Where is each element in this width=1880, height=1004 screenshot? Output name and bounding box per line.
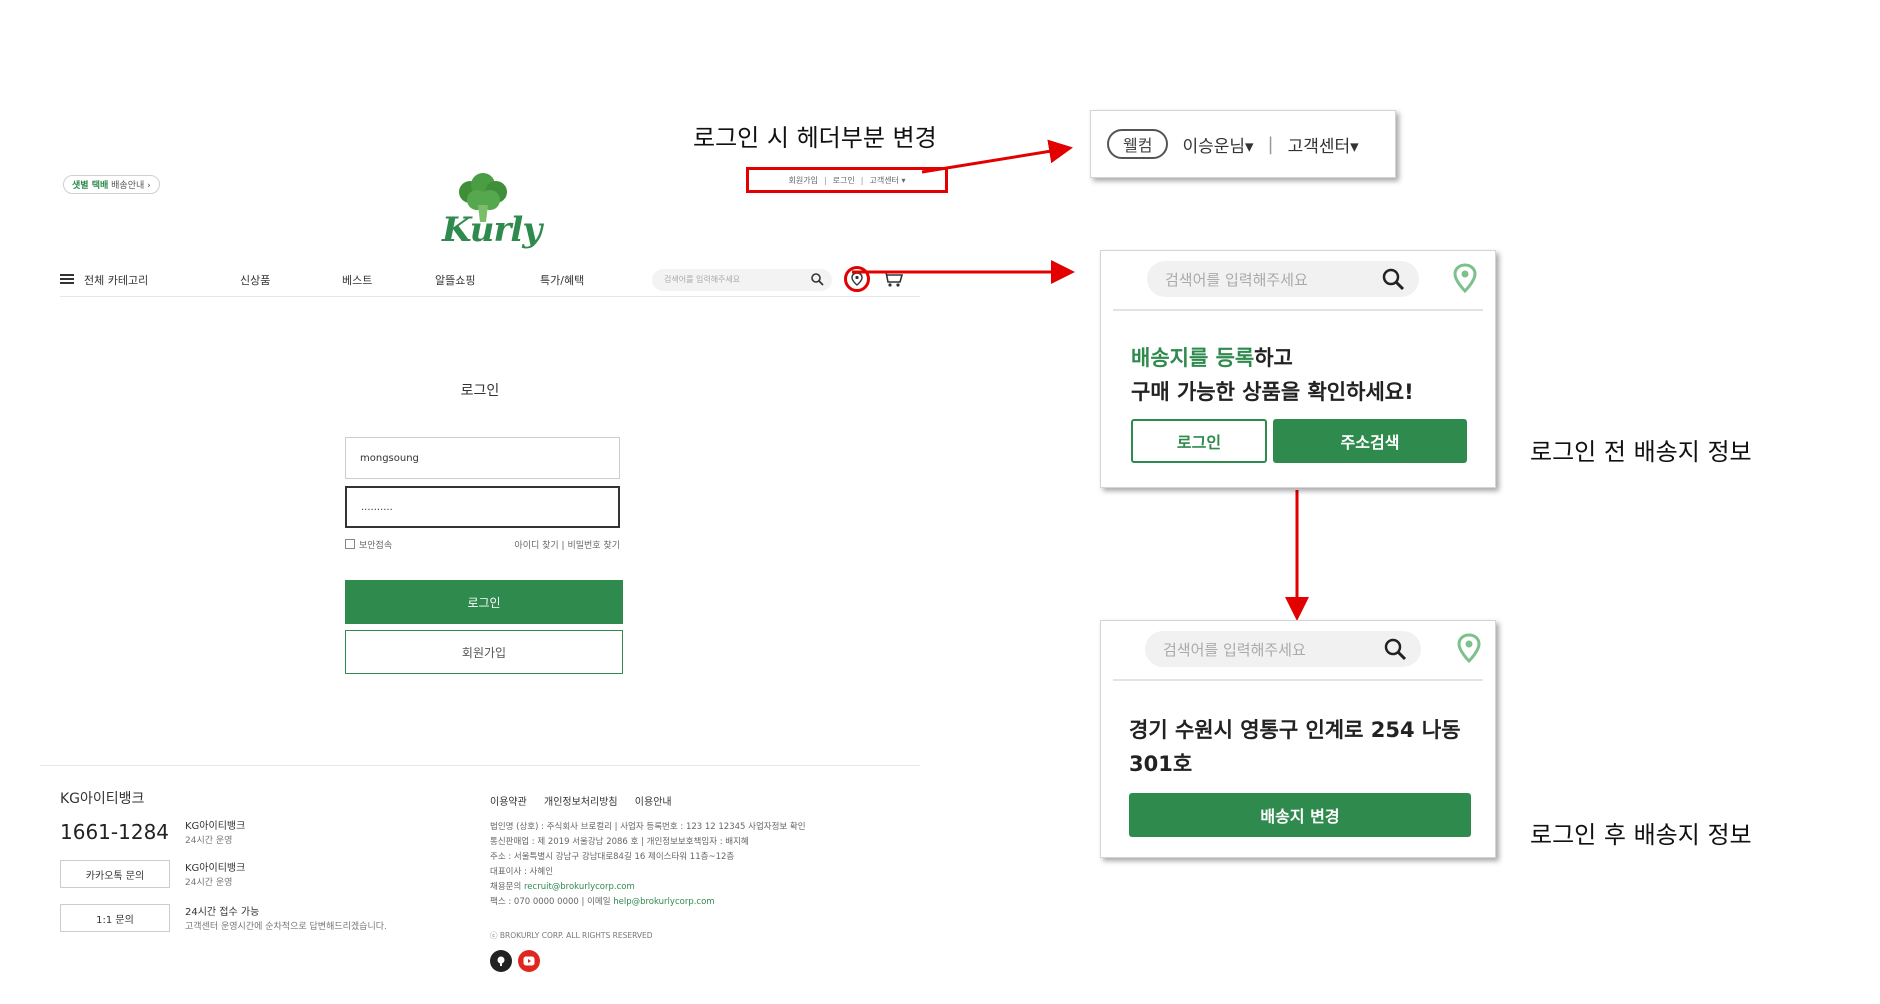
annotation-after-login: 로그인 후 배송지 정보 [1530, 821, 1752, 849]
change-address-button[interactable]: 배송지 변경 [1129, 793, 1471, 837]
user-menu[interactable]: 이승운님▾ [1182, 132, 1253, 157]
welcome-badge: 웰컴 [1107, 129, 1169, 159]
cs-menu[interactable]: 고객센터▾ [1288, 132, 1359, 157]
logged-in-header-popup: 웰컴 이승운님▾ | 고객센터▾ [1090, 110, 1396, 178]
annotation-header-change: 로그인 시 헤더부분 변경 [693, 124, 937, 152]
popup-search-input[interactable]: 검색어를 입력해주세요 [1147, 261, 1419, 297]
search-icon[interactable] [1381, 267, 1405, 291]
location-pin-icon[interactable] [1453, 263, 1477, 293]
popup-login-button[interactable]: 로그인 [1131, 419, 1267, 463]
after-login-delivery-popup: 검색어를 입력해주세요 경기 수원시 영통구 인계로 254 나동 301호 배… [1100, 620, 1496, 858]
annotation-before-login: 로그인 전 배송지 정보 [1530, 438, 1752, 466]
delivery-register-message: 배송지를 등록하고 구매 가능한 상품을 확인하세요! [1131, 346, 1414, 404]
before-login-delivery-popup: 검색어를 입력해주세요 배송지를 등록하고 구매 가능한 상품을 확인하세요! … [1100, 250, 1496, 488]
address-search-button[interactable]: 주소검색 [1273, 419, 1467, 463]
popup-search-input[interactable]: 검색어를 입력해주세요 [1145, 631, 1421, 667]
popup-divider [1113, 679, 1483, 681]
annotation-arrows [852, 139, 1309, 621]
popup-divider [1113, 309, 1483, 311]
delivery-address: 경기 수원시 영통구 인계로 254 나동 301호 [1129, 718, 1461, 776]
location-pin-icon[interactable] [1457, 633, 1481, 663]
search-icon[interactable] [1383, 637, 1407, 661]
